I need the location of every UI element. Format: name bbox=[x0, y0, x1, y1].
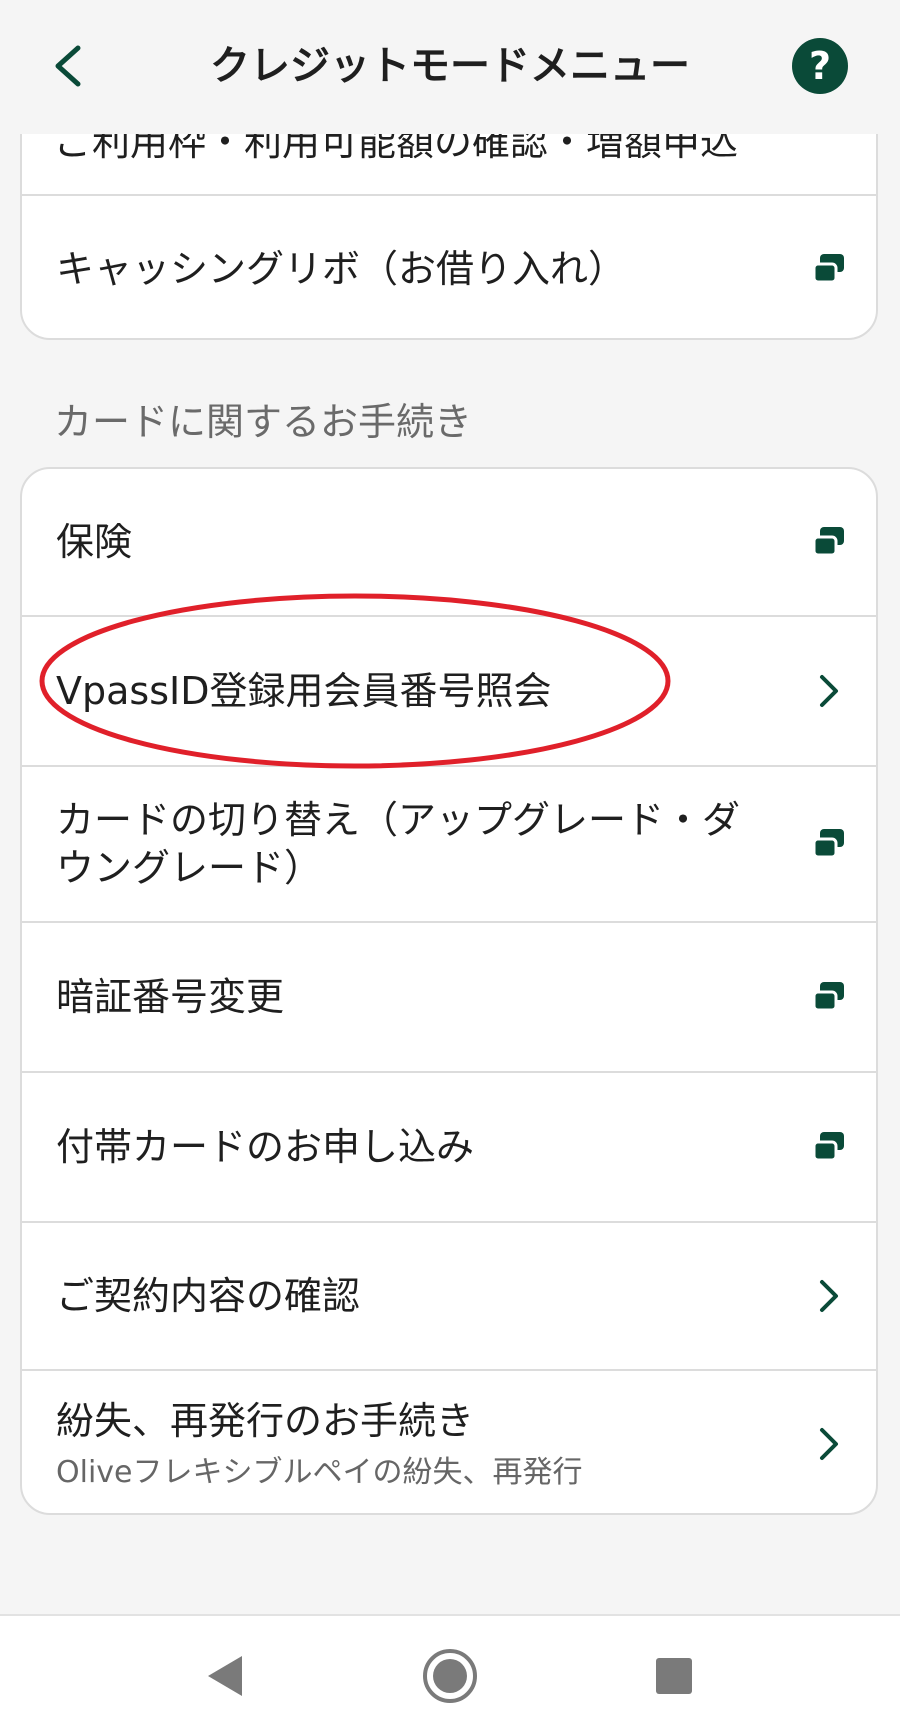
chevron-right-icon bbox=[820, 1280, 838, 1312]
external-link-icon bbox=[812, 982, 844, 1012]
help-icon: ? bbox=[808, 44, 832, 88]
home-circle-icon[interactable] bbox=[420, 1646, 480, 1706]
list-item-additional-card[interactable]: 付帯カードのお申し込み bbox=[22, 1071, 876, 1221]
list-item-pin-change[interactable]: 暗証番号変更 bbox=[22, 921, 876, 1071]
list-item-label: VpassID登録用会員番号照会 bbox=[56, 669, 552, 713]
back-triangle-icon[interactable] bbox=[196, 1646, 256, 1706]
list-item-vpassid-lookup[interactable]: VpassID登録用会員番号照会 bbox=[22, 615, 876, 765]
list-item-label: カードの切り替え（アップグレード・ダウングレード） bbox=[56, 798, 741, 890]
page-title: クレジットモードメニュー bbox=[210, 43, 690, 89]
card-procedures: 保険 VpassID登録用会員番号照会 カードの切り替え（アップグレード・ダウン… bbox=[20, 467, 878, 1515]
chevron-right-icon bbox=[820, 675, 838, 707]
chevron-right-icon bbox=[820, 1428, 838, 1460]
list-item-contract-check[interactable]: ご契約内容の確認 bbox=[22, 1221, 876, 1369]
list-item-insurance[interactable]: 保険 bbox=[22, 469, 876, 615]
external-link-icon bbox=[812, 254, 844, 284]
section-title: カードに関するお手続き bbox=[54, 400, 473, 444]
list-item-label: 暗証番号変更 bbox=[56, 975, 285, 1019]
list-item-label: キャッシングリボ（お借り入れ） bbox=[56, 247, 627, 291]
list-item-label: 付帯カードのお申し込み bbox=[56, 1125, 475, 1169]
list-item-sublabel: Oliveフレキシブルペイの紛失、再発行 bbox=[56, 1455, 583, 1490]
list-item-card-switch[interactable]: カードの切り替え（アップグレード・ダウングレード） bbox=[22, 765, 876, 921]
help-button[interactable]: ? bbox=[792, 38, 848, 94]
list-item-cashing-revolving[interactable]: キャッシングリボ（お借り入れ） bbox=[22, 194, 876, 338]
list-item-loss-reissue[interactable]: 紛失、再発行のお手続き Oliveフレキシブルペイの紛失、再発行 bbox=[22, 1369, 876, 1513]
list-item-label: 保険 bbox=[56, 520, 133, 564]
recents-square-icon[interactable] bbox=[644, 1646, 704, 1706]
list-item-label: ご契約内容の確認 bbox=[56, 1274, 361, 1318]
external-link-icon bbox=[812, 829, 844, 859]
external-link-icon bbox=[812, 1132, 844, 1162]
app-header: クレジットモードメニュー ? bbox=[0, 0, 900, 134]
external-link-icon bbox=[812, 527, 844, 557]
list-item-label: 紛失、再発行のお手続き bbox=[56, 1399, 475, 1443]
system-nav-bar bbox=[0, 1614, 900, 1736]
